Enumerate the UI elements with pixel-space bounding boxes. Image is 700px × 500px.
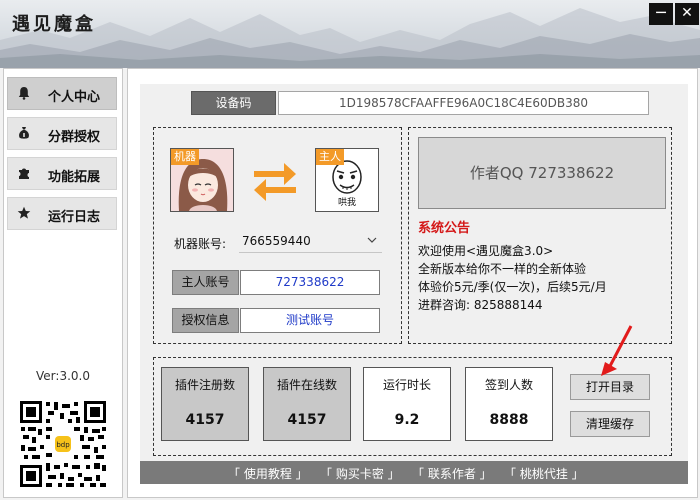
title-bar: 遇见魔盒 ─ ✕ xyxy=(0,0,700,68)
account-section: 机器 主人 哄我 机器账号: 766559440 主人账号 727338622 … xyxy=(153,127,402,344)
qr-code: bdp xyxy=(18,399,108,489)
notice-line: 进群咨询: 825888144 xyxy=(418,298,543,312)
notice-section: 作者QQ 727338622 系统公告 欢迎使用<遇见魔盒3.0> 全新版本给你… xyxy=(408,127,672,344)
footer-link-tutorial[interactable]: 「 使用教程 」 xyxy=(228,465,308,482)
sidebar-item-label: 分群授权 xyxy=(47,130,100,145)
stat-value: 9.2 xyxy=(394,412,420,428)
sidebar-item-label: 个人中心 xyxy=(47,90,100,105)
personal-center-panel: 设备码 1D198578CFAAFFE96A0C18C4E60DB380 机器 xyxy=(140,84,688,461)
stat-run-time: 运行时长 9.2 xyxy=(363,367,451,441)
qr-badge-text: bdp xyxy=(56,441,70,449)
notice-line: 全新版本给你不一样的全新体验 xyxy=(418,262,587,276)
stat-label: 运行时长 xyxy=(382,378,431,392)
stat-plugin-registered: 插件注册数 4157 xyxy=(161,367,249,441)
sidebar-item-personal-center[interactable]: 个人中心 xyxy=(7,77,117,110)
robot-avatar: 机器 xyxy=(170,148,234,212)
author-qq-banner: 作者QQ 727338622 xyxy=(418,137,666,209)
app-title: 遇见魔盒 xyxy=(12,14,96,35)
notice-title: 系统公告 xyxy=(418,221,471,236)
version-label: Ver:3.0.0 xyxy=(36,369,90,383)
minimize-button[interactable]: ─ xyxy=(649,3,673,25)
robot-avatar-tag: 机器 xyxy=(171,149,199,165)
sidebar-item-label: 运行日志 xyxy=(47,210,100,225)
stat-label: 插件注册数 xyxy=(174,378,235,392)
sidebar-item-run-log[interactable]: 运行日志 xyxy=(7,197,117,230)
auth-info-field[interactable]: 测试账号 xyxy=(240,308,380,333)
owner-avatar: 主人 哄我 xyxy=(315,148,379,212)
footer-link-contact-author[interactable]: 「 联系作者 」 xyxy=(412,465,492,482)
owner-avatar-caption: 哄我 xyxy=(337,198,356,208)
stat-label: 插件在线数 xyxy=(276,378,337,392)
stat-checkin-count: 签到人数 8888 xyxy=(465,367,553,441)
stat-value: 8888 xyxy=(489,412,529,428)
sidebar-item-group-auth[interactable]: 分群授权 xyxy=(7,117,117,150)
stat-value: 4157 xyxy=(287,412,327,428)
robot-account-value: 766559440 xyxy=(242,234,311,248)
mountain-landscape-background xyxy=(0,8,700,68)
notice-line: 欢迎使用<遇见魔盒3.0> xyxy=(418,244,554,258)
main-content: 设备码 1D198578CFAAFFE96A0C18C4E60DB380 机器 xyxy=(127,68,698,498)
notice-content: 欢迎使用<遇见魔盒3.0> 全新版本给你不一样的全新体验 体验价5元/季(仅一次… xyxy=(418,242,607,314)
owner-account-label: 主人账号 xyxy=(172,270,239,295)
robot-account-select[interactable]: 766559440 xyxy=(239,229,382,253)
owner-avatar-tag: 主人 xyxy=(316,149,344,165)
footer-link-taotao-hosting[interactable]: 「 桃桃代挂 」 xyxy=(504,465,584,482)
stat-value: 4157 xyxy=(185,412,225,428)
chevron-down-icon xyxy=(367,237,377,243)
sidebar: 个人中心 分群授权 功能拓展 运行日志 Ver:3.0.0 bdp xyxy=(3,68,123,498)
sidebar-item-label: 功能拓展 xyxy=(47,170,100,185)
red-arrow-annotation xyxy=(601,325,633,376)
owner-account-field[interactable]: 727338622 xyxy=(240,270,380,295)
device-code-label: 设备码 xyxy=(191,91,276,115)
clear-cache-button[interactable]: 清理缓存 xyxy=(570,411,650,437)
device-code-field[interactable]: 1D198578CFAAFFE96A0C18C4E60DB380 xyxy=(278,91,649,115)
close-button[interactable]: ✕ xyxy=(675,3,699,25)
notice-line: 体验价5元/季(仅一次)，后续5元/月 xyxy=(418,280,607,294)
footer-link-buy-card[interactable]: 「 购买卡密 」 xyxy=(320,465,400,482)
stat-label: 签到人数 xyxy=(484,378,533,392)
sidebar-item-feature-extension[interactable]: 功能拓展 xyxy=(7,157,117,190)
stat-plugin-online: 插件在线数 4157 xyxy=(263,367,351,441)
auth-info-label: 授权信息 xyxy=(172,308,239,333)
robot-account-label: 机器账号: xyxy=(174,237,227,251)
swap-arrows-icon xyxy=(254,163,296,201)
footer-bar: 「 使用教程 」 「 购买卡密 」 「 联系作者 」 「 桃桃代挂 」 xyxy=(140,461,688,484)
